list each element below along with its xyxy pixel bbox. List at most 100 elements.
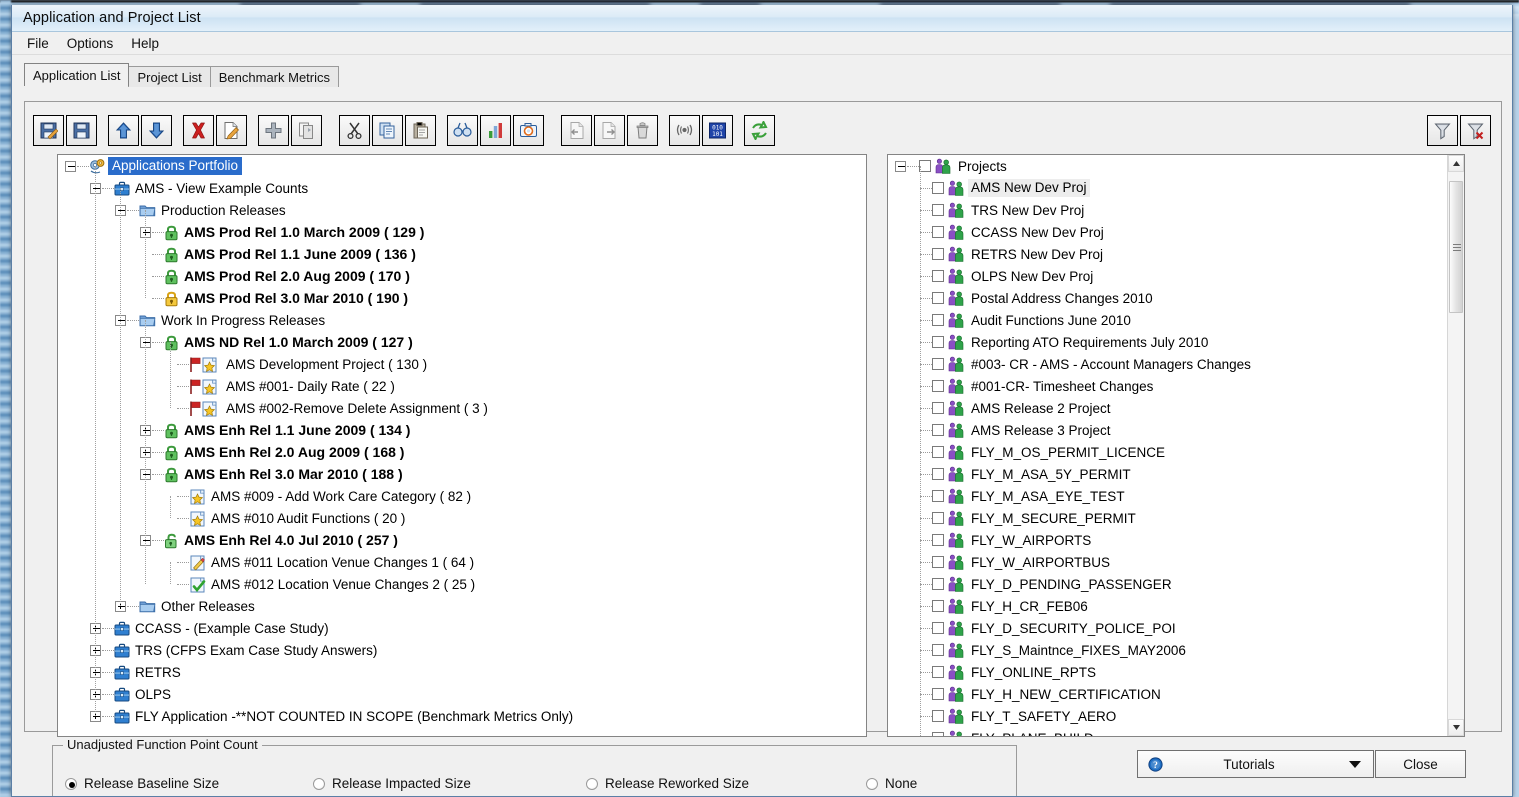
move-up-icon[interactable] — [108, 114, 139, 146]
delete-icon[interactable] — [183, 114, 214, 146]
tree-node[interactable]: Work In Progress Releases — [58, 309, 866, 331]
filter-icon[interactable] — [1427, 114, 1458, 146]
project-list-item[interactable]: OLPS New Dev Proj — [888, 265, 1464, 287]
project-checkbox[interactable] — [932, 204, 944, 216]
tree-node[interactable]: AMS #011 Location Venue Changes 1 ( 64 ) — [58, 551, 866, 573]
project-tree-root[interactable]: Projects — [888, 155, 1464, 177]
add-icon[interactable] — [258, 114, 289, 146]
project-list-item[interactable]: FLY_M_ASA_5Y_PERMIT — [888, 463, 1464, 485]
tree-node[interactable]: AMS Enh Rel 2.0 Aug 2009 ( 168 ) — [58, 441, 866, 463]
project-checkbox[interactable] — [932, 600, 944, 612]
project-list-item[interactable]: Audit Functions June 2010 — [888, 309, 1464, 331]
radio-release-baseline-size[interactable]: Release Baseline Size — [65, 776, 219, 791]
project-list-item[interactable]: FLY_M_SECURE_PERMIT — [888, 507, 1464, 529]
project-tree-panel[interactable]: Projects AMS New Dev Proj TRS New Dev Pr… — [887, 154, 1465, 737]
save-as-icon[interactable] — [33, 114, 64, 146]
project-checkbox[interactable] — [932, 622, 944, 634]
application-tree-panel[interactable]: Applications Portfolio AMS - View Exampl… — [57, 154, 867, 737]
project-list-item[interactable]: TRS New Dev Proj — [888, 199, 1464, 221]
tab-application-list[interactable]: Application List — [24, 63, 130, 86]
tree-node[interactable]: RETRS — [58, 661, 866, 683]
broadcast-icon[interactable] — [669, 114, 700, 146]
save-icon[interactable] — [66, 114, 97, 146]
project-checkbox[interactable] — [932, 248, 944, 260]
close-button[interactable]: Close — [1375, 750, 1466, 778]
menu-item-help[interactable]: Help — [122, 34, 168, 53]
project-tree[interactable]: Projects AMS New Dev Proj TRS New Dev Pr… — [888, 155, 1464, 736]
tree-node[interactable]: AMS Prod Rel 1.0 March 2009 ( 129 ) — [58, 221, 866, 243]
tree-node[interactable]: AMS #001- Daily Rate ( 22 ) — [58, 375, 866, 397]
project-list-item[interactable]: FLY_M_ASA_EYE_TEST — [888, 485, 1464, 507]
project-list-item[interactable]: Reporting ATO Requirements July 2010 — [888, 331, 1464, 353]
project-list-item[interactable]: FLY_PLANE_BUILD — [888, 727, 1464, 736]
project-list-item[interactable]: FLY_T_SAFETY_AERO — [888, 705, 1464, 727]
project-checkbox[interactable] — [932, 270, 944, 282]
project-checkbox[interactable] — [932, 226, 944, 238]
tree-node[interactable]: AMS Enh Rel 1.1 June 2009 ( 134 ) — [58, 419, 866, 441]
duplicate-icon[interactable] — [291, 114, 322, 146]
project-list-item[interactable]: #001-CR- Timesheet Changes — [888, 375, 1464, 397]
collapse-icon[interactable] — [895, 160, 906, 172]
project-list-item[interactable]: FLY_M_OS_PERMIT_LICENCE — [888, 441, 1464, 463]
tree-node[interactable]: AMS Enh Rel 3.0 Mar 2010 ( 188 ) — [58, 463, 866, 485]
tree-node[interactable]: Other Releases — [58, 595, 866, 617]
paste-icon[interactable] — [405, 114, 436, 146]
cut-icon[interactable] — [339, 114, 370, 146]
radio-release-reworked-size[interactable]: Release Reworked Size — [586, 776, 749, 791]
project-list-item[interactable]: AMS New Dev Proj — [888, 177, 1464, 199]
export-icon[interactable] — [594, 114, 625, 146]
tree-node[interactable]: Production Releases — [58, 199, 866, 221]
edit-icon[interactable] — [216, 114, 247, 146]
project-checkbox[interactable] — [932, 468, 944, 480]
tree-node[interactable]: AMS Enh Rel 4.0 Jul 2010 ( 257 ) — [58, 529, 866, 551]
project-checkbox[interactable] — [932, 490, 944, 502]
project-checkbox[interactable] — [932, 314, 944, 326]
tree-node[interactable]: AMS Prod Rel 2.0 Aug 2009 ( 170 ) — [58, 265, 866, 287]
find-icon[interactable] — [447, 114, 478, 146]
project-checkbox[interactable] — [932, 512, 944, 524]
tutorials-dropdown[interactable]: ? Tutorials — [1137, 750, 1374, 778]
tree-node[interactable]: AMS - View Example Counts — [58, 177, 866, 199]
application-tree[interactable]: Applications Portfolio AMS - View Exampl… — [58, 155, 866, 736]
import-icon[interactable] — [561, 114, 592, 146]
project-list-item[interactable]: FLY_W_AIRPORTBUS — [888, 551, 1464, 573]
radio-indicator[interactable] — [65, 777, 77, 790]
project-list-item[interactable]: RETRS New Dev Proj — [888, 243, 1464, 265]
radio-release-impacted-size[interactable]: Release Impacted Size — [313, 776, 471, 791]
project-checkbox[interactable] — [932, 424, 944, 436]
project-list-item[interactable]: FLY_W_AIRPORTS — [888, 529, 1464, 551]
tree-node[interactable]: AMS #009 - Add Work Care Category ( 82 ) — [58, 485, 866, 507]
tree-node[interactable]: CCASS - (Example Case Study) — [58, 617, 866, 639]
tree-node[interactable]: TRS (CFPS Exam Case Study Answers) — [58, 639, 866, 661]
project-checkbox[interactable] — [932, 534, 944, 546]
camera-icon[interactable] — [513, 114, 544, 146]
project-checkbox[interactable] — [932, 292, 944, 304]
tree-node[interactable]: AMS Prod Rel 3.0 Mar 2010 ( 190 ) — [58, 287, 866, 309]
project-list-item[interactable]: AMS Release 2 Project — [888, 397, 1464, 419]
binary-icon[interactable]: 010 101 — [702, 114, 733, 146]
project-list-item[interactable]: FLY_H_NEW_CERTIFICATION — [888, 683, 1464, 705]
project-checkbox[interactable] — [932, 336, 944, 348]
scrollbar-thumb[interactable] — [1449, 181, 1463, 313]
scroll-down-arrow[interactable] — [1448, 719, 1464, 736]
project-list-item[interactable]: #003- CR - AMS - Account Managers Change… — [888, 353, 1464, 375]
refresh-icon[interactable] — [744, 114, 775, 146]
project-list-item[interactable]: FLY_D_SECURITY_POLICE_POI — [888, 617, 1464, 639]
radio-indicator[interactable] — [866, 777, 878, 790]
project-list-item[interactable]: FLY_D_PENDING_PASSENGER — [888, 573, 1464, 595]
chart-icon[interactable] — [480, 114, 511, 146]
tree-node[interactable]: AMS ND Rel 1.0 March 2009 ( 127 ) — [58, 331, 866, 353]
trash-icon[interactable] — [627, 114, 658, 146]
tab-benchmark-metrics[interactable]: Benchmark Metrics — [209, 66, 340, 87]
project-list-item[interactable]: FLY_S_Maintnce_FIXES_MAY2006 — [888, 639, 1464, 661]
menu-item-file[interactable]: File — [18, 34, 58, 53]
copy-icon[interactable] — [372, 114, 403, 146]
project-checkbox[interactable] — [932, 578, 944, 590]
clear-filter-icon[interactable] — [1460, 114, 1491, 146]
project-checkbox[interactable] — [932, 446, 944, 458]
project-checkbox[interactable] — [932, 358, 944, 370]
project-checkbox[interactable] — [932, 732, 944, 736]
project-checkbox[interactable] — [932, 710, 944, 722]
project-list-item[interactable]: Postal Address Changes 2010 — [888, 287, 1464, 309]
project-checkbox[interactable] — [932, 556, 944, 568]
